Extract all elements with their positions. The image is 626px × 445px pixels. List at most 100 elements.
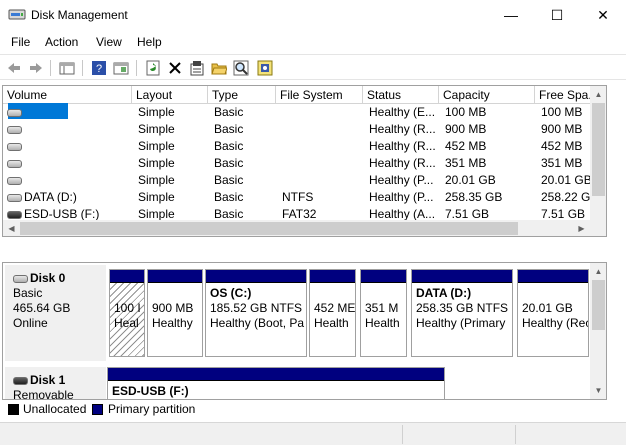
disk0-partition[interactable]: DATA (D:) 258.35 GB NTFS Healthy (Primary [411,269,513,357]
disk0-kind: Basic [13,286,43,300]
volume-file-system [278,104,363,121]
volume-name [3,155,132,172]
volume-free-space: 900 MB [541,122,583,136]
menu-view[interactable]: View [96,35,122,49]
volume-type: Basic [214,105,244,119]
volume-type: Basic [214,173,244,187]
horizontal-scroll-thumb[interactable] [20,222,518,235]
disk0-info[interactable]: Disk 0 Basic 465.64 GB Online [5,265,106,361]
disk0-partition[interactable]: 900 MB Healthy [147,269,203,357]
column-header-layout[interactable]: Layout [132,86,208,104]
disk-graphical-view[interactable]: Disk 0 Basic 465.64 GB Online 100 I Heal 9… [2,262,607,400]
delete-icon[interactable] [166,59,184,77]
settings-icon[interactable] [256,59,274,77]
help-icon[interactable]: ? [90,59,108,77]
disk0-partition[interactable]: 351 M Health [360,269,407,357]
partition-status: Healthy (Primary [416,316,506,330]
column-header-file-system[interactable]: File System [276,86,363,104]
partition-label [114,286,140,301]
disk0-partition[interactable]: 452 ME Health [309,269,356,357]
menu-action[interactable]: Action [45,35,78,49]
disk0-partition[interactable]: 20.01 GBHealthy (Reco [517,269,589,357]
column-header-volume[interactable]: Volume [3,86,132,104]
forward-icon[interactable] [27,59,45,77]
volume-layout: Simple [138,173,175,187]
status-bar [0,422,626,445]
graph-scroll-down-icon[interactable]: ▼ [590,382,606,399]
refresh-icon[interactable] [144,59,162,77]
menu-bar: File Action View Help [0,32,626,52]
graph-vertical-scrollbar[interactable]: ▲ ▼ [590,263,606,399]
back-icon[interactable] [5,59,23,77]
partition-status: Healthy (Boot, Pa [210,316,305,330]
svg-text:?: ? [96,63,102,75]
partition-status: Healthy [152,316,193,330]
menu-help[interactable]: Help [137,35,162,49]
horizontal-scrollbar[interactable]: ◀ ▶ [3,220,590,236]
volume-file-system: NTFS [282,190,314,204]
volume-type: Basic [214,156,244,170]
volume-free-space: 351 MB [541,156,583,170]
volume-capacity: 100 MB [445,105,487,119]
volume-status: Healthy (P... [369,190,434,204]
menu-file[interactable]: File [11,35,30,49]
column-header-type[interactable]: Type [208,86,276,104]
disk-volume-icon [7,108,22,117]
volume-type: Basic [214,139,244,153]
volume-free-space: 452 MB [541,139,583,153]
partition-label [365,286,402,301]
maximize-button[interactable]: ☐ [534,0,580,30]
partition-size: 900 MB [152,301,194,315]
disk-management-app-icon [8,8,26,22]
close-button[interactable]: ✕ [580,0,626,30]
partition-label: DATA (D:) [416,286,472,300]
partition-label [152,286,198,301]
removable-disk-icon [13,376,28,385]
disk1-partition[interactable]: ESD-USB (F:) [107,367,445,399]
column-header-capacity[interactable]: Capacity [439,86,535,104]
disk0-size: 465.64 GB [13,301,71,315]
volume-status: Healthy (E... [369,105,436,119]
disk-volume-icon [7,176,22,185]
open-folder-icon[interactable] [210,59,228,77]
search-icon[interactable] [232,59,250,77]
scroll-up-icon[interactable]: ▲ [590,86,606,103]
disk0-partition[interactable]: OS (C:) 185.52 GB NTFS Healthy (Boot, Pa [205,269,307,357]
volume-capacity: 452 MB [445,139,487,153]
properties-icon[interactable] [188,59,206,77]
volume-status: Healthy (R... [369,156,436,170]
toolbar: ? [0,54,626,80]
volume-name [3,121,132,138]
scroll-right-icon[interactable]: ▶ [573,220,590,236]
disk1-info[interactable]: Disk 1 Removable [5,367,106,399]
properties-view-icon[interactable] [112,59,130,77]
scroll-left-icon[interactable]: ◀ [3,220,20,236]
scroll-corner [590,220,606,236]
graph-vertical-scroll-thumb[interactable] [592,280,605,330]
column-header-status[interactable]: Status [363,86,439,104]
vertical-scroll-thumb[interactable] [592,103,605,196]
volume-status: Healthy (R... [369,139,436,153]
partition-label: OS (C:) [210,286,252,300]
console-tree-icon[interactable] [58,59,76,77]
volume-capacity: 20.01 GB [445,173,496,187]
disk1-partition-label: ESD-USB (F:) [112,384,189,398]
graph-scroll-up-icon[interactable]: ▲ [590,263,606,280]
volume-status: Healthy (R... [369,122,436,136]
volume-file-system [278,138,363,155]
volume-list[interactable]: Volume Layout Type File System Status Ca… [2,85,607,237]
volume-layout: Simple [138,122,175,136]
volume-file-system [278,121,363,138]
volume-type: Basic [214,190,244,204]
partition-label [314,286,351,301]
vertical-scrollbar[interactable]: ▲ [590,86,606,220]
partition-size: 452 ME [314,301,355,315]
minimize-icon: — [504,7,518,23]
legend-label-primary: Primary partition [108,402,196,416]
legend-swatch-primary [92,404,103,415]
disk0-partition[interactable]: 100 I Heal [109,269,145,357]
volume-free-space: 258.22 GB [541,190,590,204]
minimize-button[interactable]: — [488,0,534,30]
volume-capacity: 351 MB [445,156,487,170]
volume-type: Basic [214,122,244,136]
